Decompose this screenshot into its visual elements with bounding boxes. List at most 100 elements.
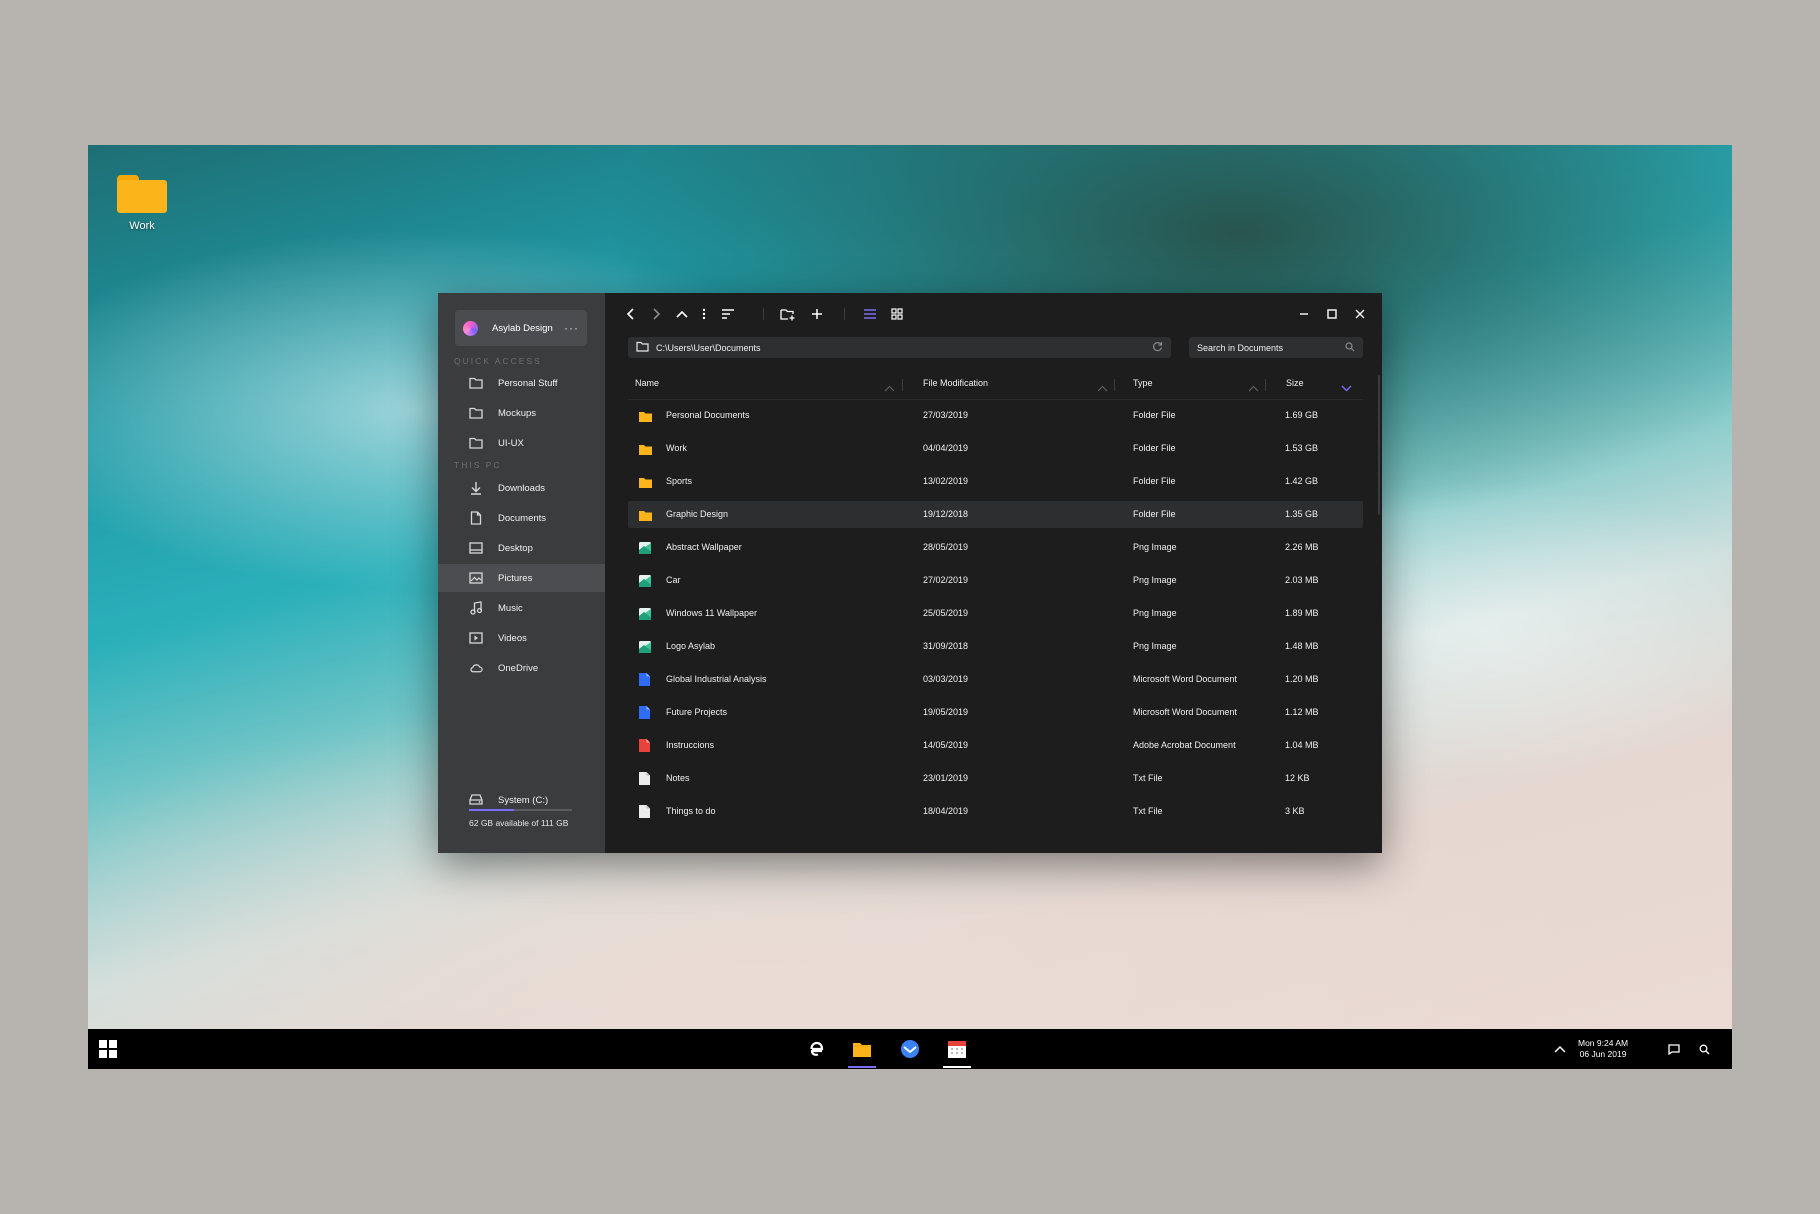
minimize-icon[interactable] bbox=[1295, 305, 1313, 323]
address-path: C:\Users\User\Documents bbox=[656, 342, 761, 353]
sidebar-item-label: Documents bbox=[498, 512, 547, 524]
sidebar-item-label: Downloads bbox=[498, 482, 545, 494]
start-icon[interactable] bbox=[96, 1037, 120, 1061]
folder-icon bbox=[639, 475, 652, 488]
table-row[interactable]: Windows 11 Wallpaper 25/05/2019 Png Image 1… bbox=[628, 600, 1363, 627]
sidebar-item-personal-stuff[interactable]: Personal Stuff bbox=[438, 369, 605, 397]
cell-type: Folder File bbox=[1133, 476, 1176, 486]
sidebar-item-mockups[interactable]: Mockups bbox=[438, 399, 605, 427]
cell-size: 1.04 MB bbox=[1285, 740, 1319, 750]
cell-size: 1.89 MB bbox=[1285, 608, 1319, 618]
sidebar: Asylab Design ··· QUICK ACCESS THIS PC S… bbox=[438, 293, 605, 853]
cell-modified: 04/04/2019 bbox=[923, 443, 969, 453]
clock-date: 06 Jun 2019 bbox=[1579, 1049, 1627, 1059]
cell-name: Future Projects bbox=[666, 707, 728, 717]
column-modified[interactable]: File Modification bbox=[923, 378, 988, 388]
cell-type: Png Image bbox=[1133, 641, 1177, 651]
table-row[interactable]: Abstract Wallpaper 28/05/2019 Png Image 2.2… bbox=[628, 534, 1363, 561]
cell-size: 3 KB bbox=[1285, 806, 1305, 816]
text-file-icon bbox=[639, 772, 652, 785]
table-row[interactable]: Personal Documents 27/03/2019 Folder File 1… bbox=[628, 402, 1363, 429]
refresh-icon[interactable] bbox=[1152, 339, 1163, 357]
folder-icon bbox=[636, 339, 649, 357]
table-row[interactable]: Graphic Design 19/12/2018 Folder File 1.35 … bbox=[628, 501, 1363, 528]
search-bar[interactable] bbox=[1189, 337, 1363, 358]
sidebar-item-label: Pictures bbox=[498, 572, 533, 584]
text-file-icon bbox=[639, 805, 652, 818]
column-type[interactable]: Type bbox=[1133, 378, 1153, 388]
active-indicator bbox=[848, 1066, 876, 1068]
cell-name: Abstract Wallpaper bbox=[666, 542, 742, 552]
column-size[interactable]: Size bbox=[1286, 378, 1304, 388]
cell-type: Microsoft Word Document bbox=[1133, 707, 1237, 717]
sidebar-item-downloads[interactable]: Downloads bbox=[438, 474, 605, 502]
sidebar-item-pictures[interactable]: Pictures bbox=[438, 564, 605, 592]
cell-size: 2.26 MB bbox=[1285, 542, 1319, 552]
new-folder-icon[interactable] bbox=[779, 305, 797, 323]
forward-icon[interactable] bbox=[647, 305, 665, 323]
up-icon[interactable] bbox=[673, 305, 691, 323]
table-row[interactable]: Work 04/04/2019 Folder File 1.53 GB bbox=[628, 435, 1363, 462]
back-icon[interactable] bbox=[622, 305, 640, 323]
close-icon[interactable] bbox=[1351, 305, 1369, 323]
sort-up-icon[interactable] bbox=[1097, 379, 1108, 397]
search-input[interactable] bbox=[1197, 342, 1345, 353]
clock[interactable]: Mon 9:24 AM 06 Jun 2019 bbox=[1578, 1038, 1628, 1060]
grid-view-icon[interactable] bbox=[888, 305, 906, 323]
column-name[interactable]: Name bbox=[635, 378, 659, 388]
column-header: Name File Modification Type Size bbox=[628, 373, 1363, 397]
list-view-icon[interactable] bbox=[861, 305, 879, 323]
sort-up-icon[interactable] bbox=[1248, 379, 1259, 397]
chevron-up-icon[interactable] bbox=[1548, 1037, 1572, 1061]
table-row[interactable]: Notes 23/01/2019 Txt File 12 KB bbox=[628, 765, 1363, 792]
storage-progress-bar bbox=[469, 809, 572, 811]
desktop-folder-work[interactable]: Work bbox=[116, 175, 168, 232]
sidebar-item-label: UI-UX bbox=[498, 437, 524, 449]
mail-icon[interactable] bbox=[898, 1037, 922, 1061]
edge-icon[interactable] bbox=[804, 1037, 828, 1061]
table-row[interactable]: Sports 13/02/2019 Folder File 1.42 GB bbox=[628, 468, 1363, 495]
cell-type: Folder File bbox=[1133, 509, 1176, 519]
table-row[interactable]: Global Industrial Analysis 03/03/2019 Micr… bbox=[628, 666, 1363, 693]
cell-size: 2.03 MB bbox=[1285, 575, 1319, 585]
more-options-icon[interactable]: ··· bbox=[564, 321, 579, 335]
table-row[interactable]: Instruccions 14/05/2019 Adobe Acrobat Docu… bbox=[628, 732, 1363, 759]
sort-down-icon[interactable] bbox=[1341, 379, 1352, 397]
avatar bbox=[463, 320, 478, 336]
sidebar-item-onedrive[interactable]: OneDrive bbox=[438, 654, 605, 682]
sidebar-item-label: Personal Stuff bbox=[498, 377, 558, 389]
sort-up-icon[interactable] bbox=[884, 379, 895, 397]
folder-icon bbox=[639, 442, 652, 455]
search-icon[interactable] bbox=[1692, 1037, 1716, 1061]
folder-icon bbox=[639, 409, 652, 422]
table-row[interactable]: Logo Asylab 31/09/2018 Png Image 1.48 MB bbox=[628, 633, 1363, 660]
file-explorer-icon[interactable] bbox=[850, 1037, 874, 1061]
folder-icon bbox=[117, 175, 167, 213]
table-row[interactable]: Future Projects 19/05/2019 Microsoft Word … bbox=[628, 699, 1363, 726]
desktop-icon bbox=[469, 541, 483, 555]
cell-size: 1.20 MB bbox=[1285, 674, 1319, 684]
sidebar-item-documents[interactable]: Documents bbox=[438, 504, 605, 532]
add-icon[interactable] bbox=[808, 305, 826, 323]
cloud-icon bbox=[469, 661, 483, 675]
cell-size: 1.35 GB bbox=[1285, 509, 1319, 519]
sidebar-item-ui-ux[interactable]: UI-UX bbox=[438, 429, 605, 457]
account-card[interactable]: Asylab Design ··· bbox=[455, 310, 587, 346]
scrollbar[interactable] bbox=[1378, 375, 1380, 515]
calendar-icon[interactable] bbox=[945, 1037, 969, 1061]
sort-icon[interactable] bbox=[719, 305, 737, 323]
sidebar-item-music[interactable]: Music bbox=[438, 594, 605, 622]
cell-name: Personal Documents bbox=[666, 410, 750, 420]
more-vertical-icon[interactable] bbox=[695, 305, 713, 323]
sidebar-item-desktop[interactable]: Desktop bbox=[438, 534, 605, 562]
notification-icon[interactable] bbox=[1662, 1037, 1686, 1061]
cell-type: Adobe Acrobat Document bbox=[1133, 740, 1236, 750]
address-bar[interactable]: C:\Users\User\Documents bbox=[628, 337, 1171, 358]
search-icon[interactable] bbox=[1345, 339, 1355, 357]
sidebar-item-videos[interactable]: Videos bbox=[438, 624, 605, 652]
table-row[interactable]: Car 27/02/2019 Png Image 2.03 MB bbox=[628, 567, 1363, 594]
cell-name: Windows 11 Wallpaper bbox=[666, 608, 758, 618]
table-row[interactable]: Things to do 18/04/2019 Txt File 3 KB bbox=[628, 798, 1363, 825]
maximize-icon[interactable] bbox=[1323, 305, 1341, 323]
cell-size: 1.12 MB bbox=[1285, 707, 1319, 717]
